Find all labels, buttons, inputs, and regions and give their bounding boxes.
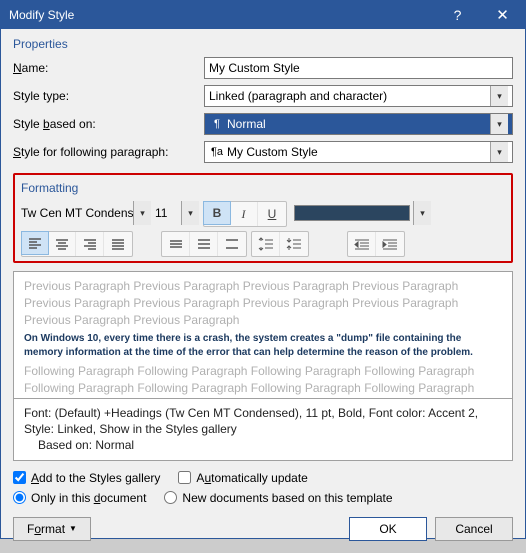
following-combo[interactable]: ¶a My Custom Style ▾ — [204, 141, 513, 163]
preview-ghost-before: Previous Paragraph Previous Paragraph Pr… — [24, 278, 502, 328]
chevron-down-icon: ▾ — [490, 86, 508, 106]
caret-down-icon: ▼ — [69, 524, 77, 533]
style-type-combo[interactable]: Linked (paragraph and character) ▾ — [204, 85, 513, 107]
ok-button[interactable]: OK — [349, 517, 427, 541]
modify-style-dialog: Modify Style ? ✕ Properties Name: Style … — [0, 0, 526, 539]
following-label: Style for following paragraph: — [13, 145, 198, 159]
new-documents-radio[interactable]: New documents based on this template — [164, 491, 392, 505]
chevron-down-icon: ▾ — [181, 201, 199, 225]
style-type-label: Style type: — [13, 89, 198, 103]
font-combo[interactable]: Tw Cen MT Condensed ▾ — [21, 201, 151, 225]
align-left-button[interactable] — [21, 231, 49, 255]
underline-button[interactable]: U — [258, 202, 286, 226]
preview-ghost-after: Following Paragraph Following Paragraph … — [24, 363, 502, 399]
line-spacing-1-button[interactable] — [162, 232, 190, 256]
line-spacing-15-button[interactable] — [190, 232, 218, 256]
font-color-combo[interactable]: ▾ — [291, 201, 431, 225]
auto-update-checkbox[interactable]: Automatically update — [178, 471, 307, 485]
space-before-decrease-button[interactable] — [280, 232, 308, 256]
color-swatch — [294, 205, 410, 221]
align-right-button[interactable] — [76, 232, 104, 256]
paragraph-mark-icon: ¶ — [209, 118, 227, 130]
add-to-gallery-checkbox[interactable]: Add to the Styles gallery — [13, 471, 160, 485]
formatting-group: Formatting Tw Cen MT Condensed ▾ 11 ▾ B … — [13, 173, 513, 263]
help-button[interactable]: ? — [435, 1, 480, 29]
cancel-button[interactable]: Cancel — [435, 517, 513, 541]
titlebar: Modify Style ? ✕ — [1, 1, 525, 29]
dialog-title: Modify Style — [9, 8, 435, 22]
align-justify-button[interactable] — [104, 232, 132, 256]
formatting-heading: Formatting — [21, 181, 505, 195]
align-center-button[interactable] — [48, 232, 76, 256]
based-on-label: Style based on: — [13, 117, 198, 131]
style-description: Font: (Default) +Headings (Tw Cen MT Con… — [13, 399, 513, 461]
italic-button[interactable]: I — [230, 202, 258, 226]
based-on-combo[interactable]: ¶ Normal ▾ — [204, 113, 513, 135]
preview-pane: Previous Paragraph Previous Paragraph Pr… — [13, 271, 513, 399]
decrease-indent-button[interactable] — [348, 232, 376, 256]
chevron-down-icon: ▾ — [133, 201, 151, 225]
space-before-increase-button[interactable] — [252, 232, 280, 256]
paragraph-linked-icon: ¶a — [209, 146, 227, 158]
properties-heading: Properties — [13, 37, 513, 51]
only-in-document-radio[interactable]: Only in this document — [13, 491, 146, 505]
chevron-down-icon: ▾ — [490, 114, 508, 134]
chevron-down-icon: ▾ — [413, 201, 431, 225]
name-field[interactable] — [204, 57, 513, 79]
name-label: Name: — [13, 61, 198, 75]
font-size-combo[interactable]: 11 ▾ — [155, 201, 199, 225]
bold-button[interactable]: B — [203, 201, 231, 225]
chevron-down-icon: ▾ — [490, 142, 508, 162]
increase-indent-button[interactable] — [376, 232, 404, 256]
close-button[interactable]: ✕ — [480, 1, 525, 29]
format-button[interactable]: Format▼ — [13, 517, 91, 541]
preview-sample-text: On Windows 10, every time there is a cra… — [24, 332, 502, 359]
line-spacing-2-button[interactable] — [218, 232, 246, 256]
